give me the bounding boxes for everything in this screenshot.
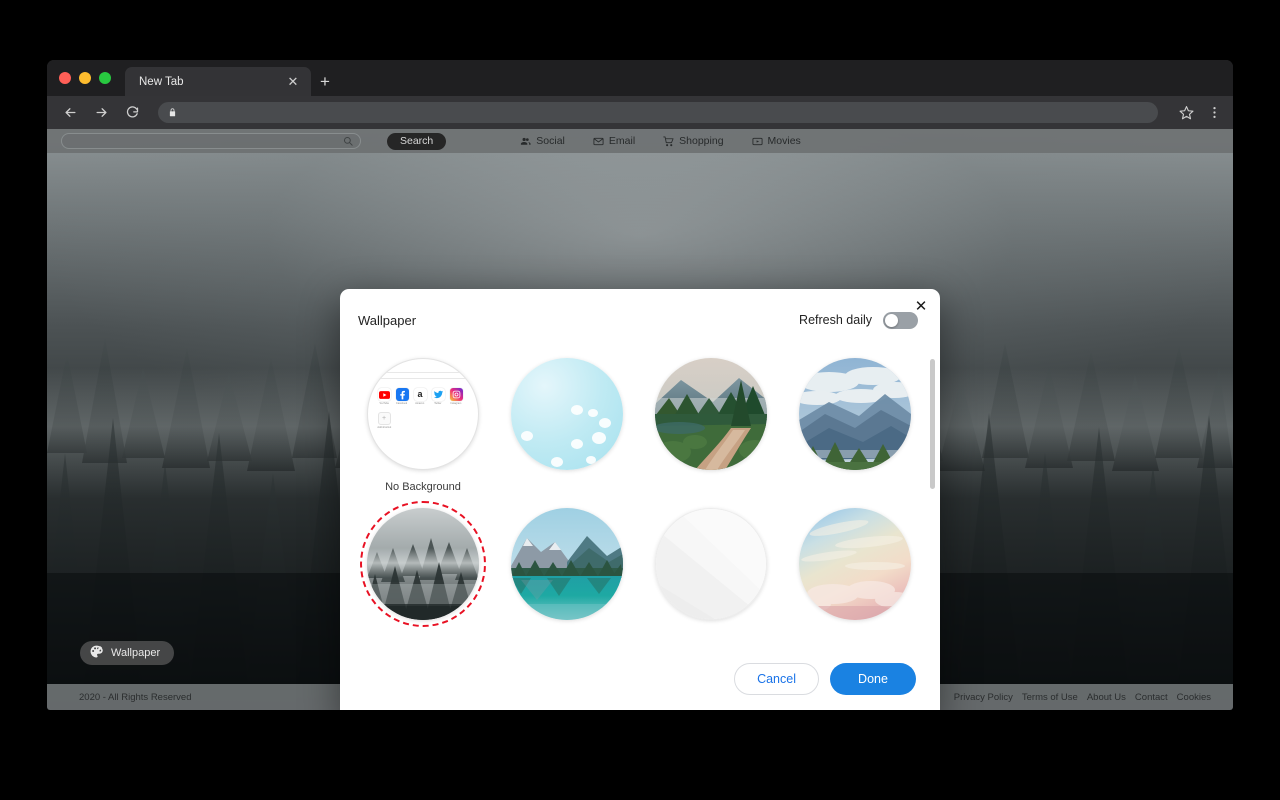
thumbnail-wrapper: YouTube Facebook a Amazon Twitter Instag…: [364, 355, 482, 473]
mini-shortcut-label: YouTube: [379, 402, 389, 405]
mini-shortcut-twitter: Twitter: [431, 388, 445, 406]
wallpaper-option-label: No Background: [385, 481, 461, 493]
dialog-footer: Cancel Done: [340, 646, 940, 710]
mini-shortcut-label: Amazon: [415, 402, 425, 405]
white-paper-thumbnail: [655, 508, 767, 620]
close-icon[interactable]: ✕: [285, 74, 301, 90]
misty-forest-thumbnail: [367, 508, 479, 620]
close-window-button[interactable]: [59, 72, 71, 84]
arrow-right-icon[interactable]: [92, 104, 110, 122]
toggle-knob: [885, 313, 898, 327]
arrow-left-icon[interactable]: [61, 104, 79, 122]
forest-path-thumbnail: [655, 358, 767, 470]
sky-clouds-thumbnail: [511, 358, 623, 470]
mini-shortcut-label: Twitter: [434, 402, 442, 405]
page-content: Search Social Email Shopping Movies Wall…: [47, 129, 1233, 710]
star-icon[interactable]: [1177, 104, 1195, 122]
thumbnail-wrapper: [796, 355, 914, 473]
address-bar[interactable]: [158, 102, 1158, 123]
window-controls: [59, 60, 125, 96]
mini-add-shortcut-label: Add shortcut: [377, 425, 391, 429]
lock-icon: [168, 108, 177, 117]
close-icon[interactable]: ✕: [910, 295, 932, 317]
three-dot-menu-icon[interactable]: [1205, 104, 1223, 122]
refresh-daily-control: Refresh daily: [799, 311, 918, 329]
wallpaper-option-no-background[interactable]: YouTube Facebook a Amazon Twitter Instag…: [356, 355, 490, 493]
wallpaper-grid: YouTube Facebook a Amazon Twitter Instag…: [356, 351, 922, 627]
mini-shortcut-label: Instagram: [450, 402, 462, 405]
browser-tab[interactable]: New Tab ✕: [125, 67, 311, 96]
reload-icon[interactable]: [123, 104, 141, 122]
modal-overlay: Wallpaper Refresh daily ✕ YouTube Facebo…: [47, 129, 1233, 710]
grid-scrollbar[interactable]: [930, 359, 935, 624]
scrollbar-thumb[interactable]: [930, 359, 935, 489]
wallpaper-grid-container: YouTube Facebook a Amazon Twitter Instag…: [340, 351, 940, 646]
toolbar-actions: [1171, 104, 1223, 122]
dialog-title: Wallpaper: [358, 312, 417, 328]
pastel-sunset-thumbnail: [799, 508, 911, 620]
wallpaper-option-misty-forest[interactable]: [356, 501, 490, 627]
thumbnail-wrapper-selected: [360, 501, 486, 627]
mini-shortcut-youtube: YouTube: [377, 388, 391, 406]
thumbnail-wrapper: [508, 505, 626, 623]
minimize-window-button[interactable]: [79, 72, 91, 84]
mini-add-shortcut-row: + Add shortcut: [377, 411, 469, 430]
thumbnail-wrapper: [508, 355, 626, 473]
mini-shortcut-facebook: Facebook: [395, 388, 409, 406]
wallpaper-option-pastel-sunset[interactable]: [788, 505, 922, 623]
wallpaper-option-alpine-lake[interactable]: [500, 505, 634, 623]
wallpaper-dialog: Wallpaper Refresh daily ✕ YouTube Facebo…: [340, 289, 940, 710]
maximize-window-button[interactable]: [99, 72, 111, 84]
wallpaper-option-blue-mountains[interactable]: [788, 355, 922, 493]
alpine-lake-thumbnail: [511, 508, 623, 620]
refresh-daily-label: Refresh daily: [799, 313, 872, 327]
tab-title: New Tab: [139, 75, 184, 88]
browser-window: New Tab ✕ + Search Social Email Shopping…: [47, 60, 1233, 710]
thumbnail-wrapper: [652, 355, 770, 473]
tab-strip: New Tab ✕ +: [47, 60, 1233, 96]
wallpaper-option-sky-clouds[interactable]: [500, 355, 634, 493]
plus-icon: +: [377, 411, 391, 425]
blue-mountains-thumbnail: [799, 358, 911, 470]
wallpaper-option-forest-path[interactable]: [644, 355, 778, 493]
no-background-thumbnail: YouTube Facebook a Amazon Twitter Instag…: [367, 358, 479, 470]
mini-shortcut-label: Facebook: [396, 402, 408, 405]
mini-search-bar: [377, 372, 469, 379]
mini-shortcut-row: YouTube Facebook a Amazon Twitter Instag…: [377, 388, 469, 406]
browser-toolbar: [47, 96, 1233, 129]
cancel-button[interactable]: Cancel: [734, 663, 819, 695]
mini-add-shortcut: + Add shortcut: [377, 411, 391, 430]
wallpaper-option-white-paper[interactable]: [644, 505, 778, 623]
thumbnail-wrapper: [796, 505, 914, 623]
mini-shortcut-instagram: Instagram: [449, 388, 463, 406]
dialog-header: Wallpaper Refresh daily ✕: [340, 289, 940, 351]
mini-shortcut-amazon: a Amazon: [413, 388, 427, 405]
thumbnail-wrapper: [652, 505, 770, 623]
plus-icon[interactable]: +: [311, 67, 339, 96]
done-button[interactable]: Done: [830, 663, 916, 695]
